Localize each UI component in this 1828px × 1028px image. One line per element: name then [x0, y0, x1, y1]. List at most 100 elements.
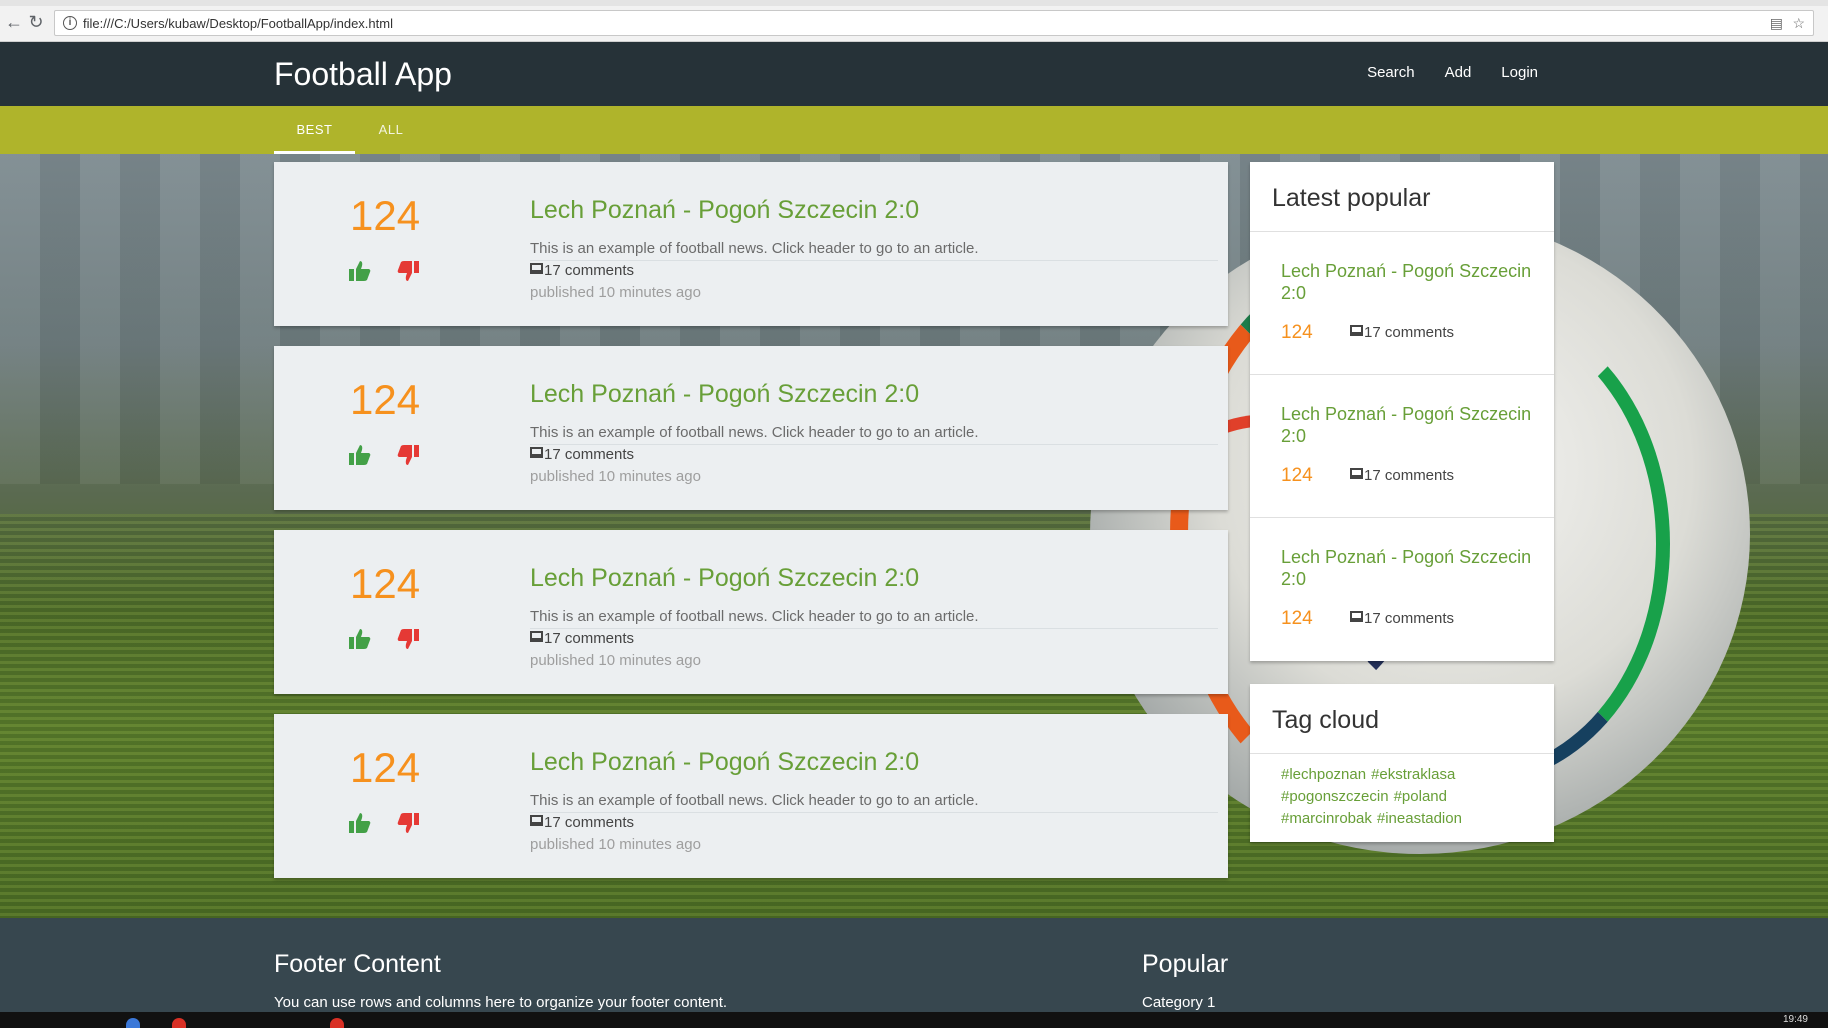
brand-logo[interactable]: Football App [274, 56, 452, 93]
popular-item-score: 124 [1281, 465, 1313, 486]
nav-add-link[interactable]: Add [1445, 64, 1472, 81]
thumbs-down-icon[interactable] [396, 628, 420, 650]
tag-link[interactable]: #marcinrobak [1281, 810, 1372, 827]
tag-link[interactable]: #lechpoznan [1281, 766, 1366, 783]
thumbs-up-icon[interactable] [348, 444, 372, 466]
post-comments-label: 17 comments [544, 630, 635, 647]
popular-item-comments[interactable]: 17 comments [1350, 324, 1454, 341]
thumbs-up-icon[interactable] [348, 812, 372, 834]
page-footer: Footer Content You can use rows and colu… [0, 918, 1828, 1012]
popular-item-score: 124 [1281, 322, 1313, 343]
thumbs-up-icon[interactable] [348, 628, 372, 650]
thumbs-up-icon[interactable] [348, 260, 372, 282]
post-published: published 10 minutes ago [530, 284, 701, 301]
taskbar-clock: 19:49 [1782, 1014, 1808, 1025]
post-score: 124 [350, 744, 421, 791]
post-comments-label: 17 comments [544, 262, 635, 279]
comment-icon [530, 447, 543, 458]
popular-item-title-link[interactable]: Lech Poznań - Pogoń Szczecin 2:0 [1281, 546, 1541, 590]
popular-item-comments-label: 17 comments [1364, 324, 1455, 341]
latest-popular-panel: Latest popular Lech Poznań - Pogoń Szcze… [1250, 162, 1554, 661]
popular-item-comments[interactable]: 17 comments [1350, 610, 1454, 627]
footer-title: Footer Content [274, 950, 441, 978]
tab-bar: BEST ALL [0, 106, 1828, 154]
nav-search-link[interactable]: Search [1367, 64, 1415, 81]
popular-item: Lech Poznań - Pogoń Szczecin 2:0 124 17 … [1250, 375, 1554, 518]
comment-icon [530, 263, 543, 274]
latest-popular-heading: Latest popular [1250, 162, 1554, 232]
post-title-link[interactable]: Lech Poznań - Pogoń Szczecin 2:0 [530, 380, 919, 409]
post-card: 124 Lech Poznań - Pogoń Szczecin 2:0 Thi… [274, 162, 1228, 326]
post-score: 124 [350, 376, 421, 423]
tag-link[interactable]: #pogonszczecin [1281, 788, 1389, 805]
info-icon[interactable]: i [63, 16, 77, 30]
comment-icon [1350, 611, 1363, 622]
post-divider [530, 260, 1218, 261]
taskbar-app-icon[interactable] [330, 1018, 344, 1028]
thumbs-down-icon[interactable] [396, 812, 420, 834]
post-published: published 10 minutes ago [530, 652, 701, 669]
nav-login-link[interactable]: Login [1501, 64, 1538, 81]
post-card: 124 Lech Poznań - Pogoń Szczecin 2:0 Thi… [274, 346, 1228, 510]
post-description: This is an example of football news. Cli… [530, 240, 979, 257]
footer-category-link[interactable]: Category 1 [1142, 994, 1215, 1011]
popular-item-comments[interactable]: 17 comments [1350, 467, 1454, 484]
popular-item-comments-label: 17 comments [1364, 467, 1455, 484]
post-description: This is an example of football news. Cli… [530, 424, 979, 441]
chrome-icon[interactable] [172, 1018, 186, 1028]
os-taskbar: 19:49 [0, 1012, 1828, 1028]
popular-item-score: 124 [1281, 608, 1313, 629]
tab-all[interactable]: ALL [355, 106, 427, 154]
footer-text: You can use rows and columns here to org… [274, 994, 728, 1011]
tag-cloud: #lechpoznan #ekstraklasa #pogonszczecin #p… [1250, 754, 1554, 842]
tag-link[interactable]: #ekstraklasa [1371, 766, 1455, 783]
taskbar-app-icon[interactable] [126, 1018, 140, 1028]
post-divider [530, 628, 1218, 629]
popular-item-title-link[interactable]: Lech Poznań - Pogoń Szczecin 2:0 [1281, 403, 1541, 447]
post-comments-label: 17 comments [544, 814, 635, 831]
comment-icon [530, 815, 543, 826]
address-bar[interactable]: i file:///C:/Users/kubaw/Desktop/Footbal… [54, 10, 1814, 36]
post-published: published 10 minutes ago [530, 836, 701, 853]
back-arrow-icon[interactable]: ← [4, 12, 24, 32]
post-title-link[interactable]: Lech Poznań - Pogoń Szczecin 2:0 [530, 196, 919, 225]
footer-popular-title: Popular [1142, 950, 1229, 978]
address-bar-url: file:///C:/Users/kubaw/Desktop/FootballA… [83, 16, 393, 31]
post-divider [530, 444, 1218, 445]
post-comments[interactable]: 17 comments [530, 814, 634, 831]
post-score: 124 [350, 560, 421, 607]
post-divider [530, 812, 1218, 813]
comment-icon [1350, 468, 1363, 479]
post-title-link[interactable]: Lech Poznań - Pogoń Szczecin 2:0 [530, 564, 919, 593]
comment-icon [530, 631, 543, 642]
tag-link[interactable]: #poland [1394, 788, 1447, 805]
app-header: Football App Search Add Login [0, 42, 1828, 106]
popular-item: Lech Poznań - Pogoń Szczecin 2:0 124 17 … [1250, 232, 1554, 375]
post-comments[interactable]: 17 comments [530, 446, 634, 463]
thumbs-down-icon[interactable] [396, 260, 420, 282]
tag-cloud-panel: Tag cloud #lechpoznan #ekstraklasa #pogon… [1250, 684, 1554, 842]
thumbs-down-icon[interactable] [396, 444, 420, 466]
post-description: This is an example of football news. Cli… [530, 792, 979, 809]
tag-cloud-heading: Tag cloud [1250, 684, 1554, 754]
top-nav: Search Add Login [1367, 64, 1538, 81]
tag-link[interactable]: #ineastadion [1377, 810, 1462, 827]
browser-toolbar: ← ↻ i file:///C:/Users/kubaw/Desktop/Foo… [0, 0, 1828, 42]
post-score: 124 [350, 192, 421, 239]
post-card: 124 Lech Poznań - Pogoń Szczecin 2:0 Thi… [274, 530, 1228, 694]
post-title-link[interactable]: Lech Poznań - Pogoń Szczecin 2:0 [530, 748, 919, 777]
tab-best[interactable]: BEST [274, 106, 355, 154]
star-icon[interactable]: ☆ [1792, 15, 1805, 32]
post-comments-label: 17 comments [544, 446, 635, 463]
reload-icon[interactable]: ↻ [26, 12, 46, 32]
post-comments[interactable]: 17 comments [530, 262, 634, 279]
translate-icon[interactable]: ▤ [1770, 15, 1783, 32]
post-published: published 10 minutes ago [530, 468, 701, 485]
post-card: 124 Lech Poznań - Pogoń Szczecin 2:0 Thi… [274, 714, 1228, 878]
browser-tabstrip [0, 0, 1828, 6]
post-comments[interactable]: 17 comments [530, 630, 634, 647]
popular-item-comments-label: 17 comments [1364, 610, 1455, 627]
comment-icon [1350, 325, 1363, 336]
popular-item: Lech Poznań - Pogoń Szczecin 2:0 124 17 … [1250, 518, 1554, 661]
popular-item-title-link[interactable]: Lech Poznań - Pogoń Szczecin 2:0 [1281, 260, 1541, 304]
